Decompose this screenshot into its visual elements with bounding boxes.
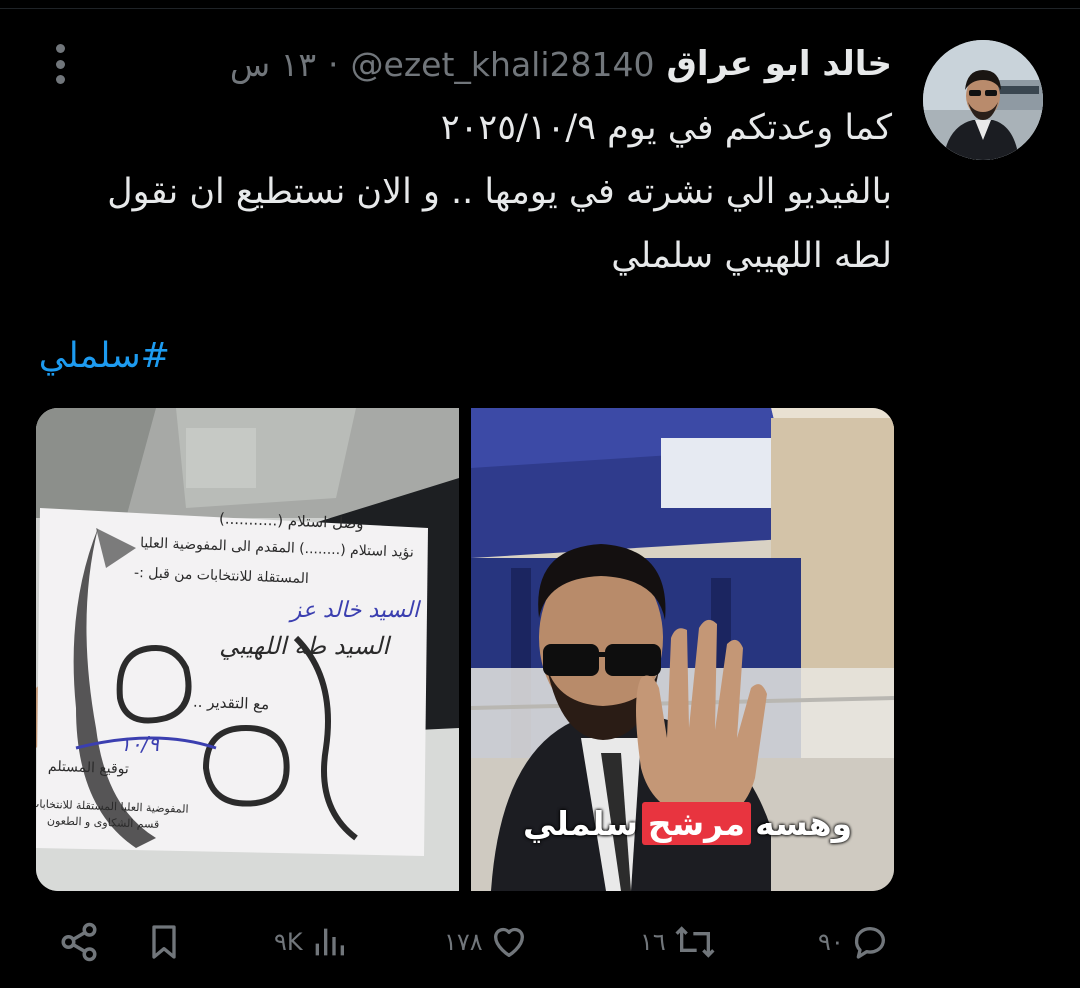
- share-icon: [61, 922, 97, 962]
- media-divider: [459, 408, 471, 891]
- author-handle[interactable]: @ezet_khali28140: [351, 45, 655, 84]
- tweet-header: خالد ابو عراق @ezet_khali28140 · ١٣ س: [230, 36, 892, 92]
- tweet-text: كما وعدتكم في يوم ٢٠٢٥/١٠/٩ بالفيديو الي…: [32, 96, 892, 288]
- video-caption-part: سلملي: [523, 803, 638, 843]
- views-count: ٩K: [274, 928, 303, 956]
- tweet-text-line: لطه اللهيبي سلملي: [611, 236, 892, 276]
- reply-count: ٩٠: [818, 928, 844, 956]
- author-name[interactable]: خالد ابو عراق: [666, 44, 892, 84]
- avatar[interactable]: [923, 40, 1043, 160]
- top-divider: [0, 8, 1080, 9]
- views-icon: [315, 928, 344, 956]
- more-options-icon[interactable]: [48, 44, 72, 84]
- bookmark-button[interactable]: [144, 912, 184, 972]
- reply-icon: [854, 927, 885, 959]
- video-thumbnail[interactable]: وهسه مرشح سلملي: [471, 408, 894, 891]
- hashtag-link[interactable]: #سلملي: [39, 336, 170, 376]
- separator: ·: [328, 44, 339, 84]
- repost-count: ١٦: [640, 928, 666, 956]
- tweet-text-line: كما وعدتكم في يوم ٢٠٢٥/١٠/٩: [440, 108, 892, 148]
- timestamp[interactable]: ١٣ س: [230, 45, 316, 84]
- video-caption: وهسه مرشح سلملي: [519, 800, 856, 846]
- heart-icon: [493, 927, 524, 957]
- views-button[interactable]: ٩K: [274, 912, 349, 972]
- action-bar: ٩٠ ١٦ ١٧٨ ٩K: [0, 912, 1080, 972]
- receipt-photo[interactable]: وصل استلام (...........) نؤيد استلام (..…: [36, 408, 459, 891]
- video-caption-highlight: مرشح: [641, 801, 752, 845]
- media-grid: وصل استلام (...........) نؤيد استلام (..…: [36, 408, 894, 891]
- like-count: ١٧٨: [444, 928, 483, 956]
- share-button[interactable]: [58, 912, 100, 972]
- repost-icon: [675, 926, 715, 958]
- reply-button[interactable]: ٩٠: [818, 912, 890, 972]
- video-caption-part: وهسه: [755, 803, 853, 843]
- tweet-text-line: بالفيديو الي نشرته في يومها .. و الان نس…: [107, 172, 892, 212]
- repost-button[interactable]: ١٦: [640, 912, 718, 972]
- bookmark-icon: [152, 925, 176, 959]
- like-button[interactable]: ١٧٨: [444, 912, 529, 972]
